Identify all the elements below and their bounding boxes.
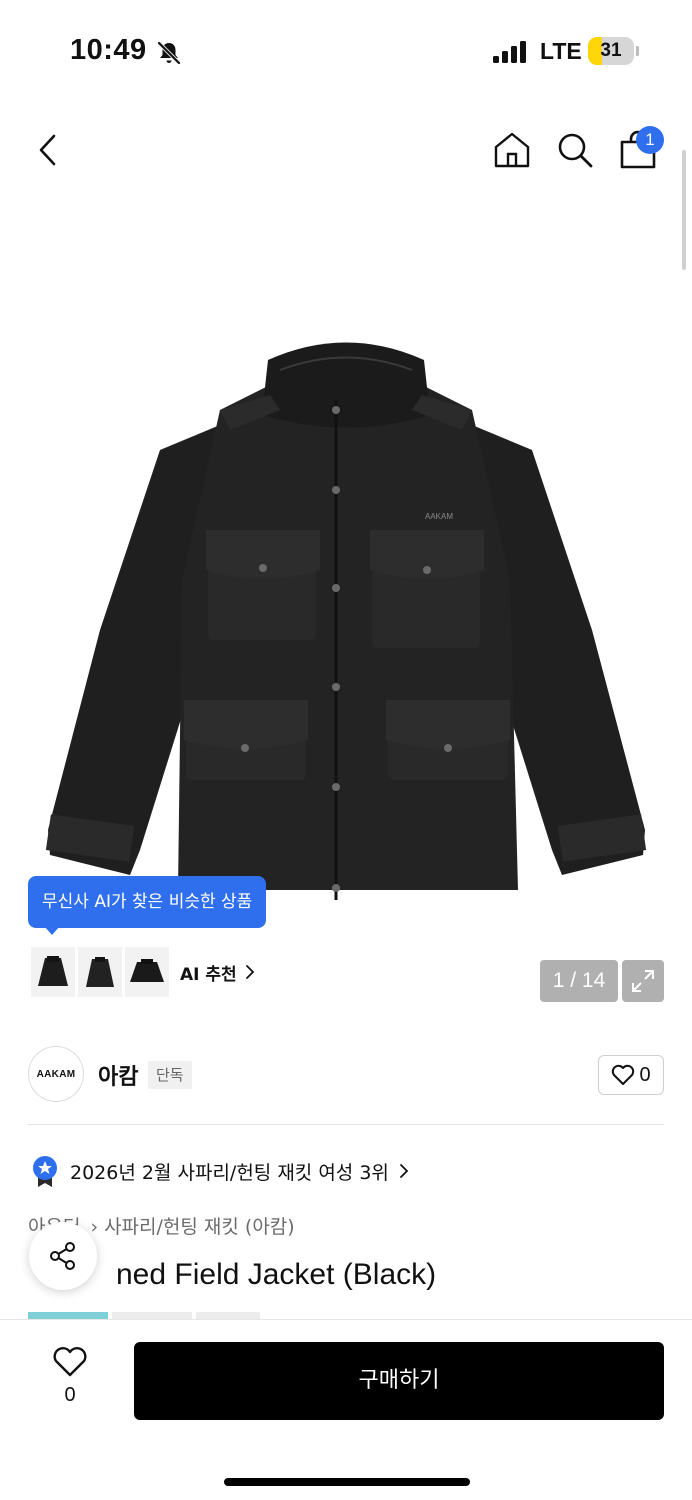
ai-thumbnail[interactable] — [125, 947, 169, 997]
share-button[interactable] — [29, 1222, 97, 1290]
chevron-right-icon — [399, 1164, 409, 1178]
top-nav — [0, 120, 692, 180]
wishlist-button[interactable]: 0 — [46, 1346, 94, 1416]
brand-name[interactable]: 아캄 — [98, 1059, 138, 1091]
brand-row: AAKAM 아캄 단독 0 — [28, 1046, 664, 1104]
buy-button[interactable]: 구매하기 — [134, 1342, 664, 1420]
divider — [28, 1124, 664, 1125]
tooltip-arrow — [44, 926, 60, 935]
product-photo[interactable]: AAKAM — [40, 330, 652, 920]
ranking-badge-icon — [33, 1156, 57, 1187]
status-bar: 10:49 LTE 31 — [0, 0, 692, 100]
ai-recommend-label[interactable]: AI 추천 — [180, 960, 237, 985]
share-icon — [50, 1242, 75, 1270]
jacket-thumbnail-image — [130, 959, 164, 982]
breadcrumb-separator: › — [90, 1216, 99, 1238]
cart-count-badge: 1 — [636, 126, 664, 154]
home-icon — [494, 132, 530, 168]
brand-like-button[interactable]: 0 — [598, 1055, 664, 1095]
heart-icon — [612, 1064, 635, 1085]
battery-icon: 31 — [588, 37, 634, 65]
ai-thumbnail[interactable] — [78, 947, 122, 997]
wishlist-count: 0 — [64, 1384, 76, 1406]
home-indicator — [224, 1478, 470, 1486]
ai-recommend-strip[interactable]: AI 추천 — [28, 943, 266, 1001]
network-type: LTE — [540, 38, 582, 64]
status-time: 10:49 — [70, 34, 147, 66]
ranking-text[interactable]: 2026년 2월 사파리/헌팅 재킷 여성 3위 — [70, 1158, 389, 1185]
ranking-link[interactable]: 2026년 2월 사파리/헌팅 재킷 여성 3위 — [30, 1154, 409, 1188]
brand-like-count: 0 — [639, 1063, 651, 1086]
exclusive-badge: 단독 — [148, 1061, 192, 1089]
battery-cap — [636, 46, 639, 56]
product-title-text: ned Field Jacket (Black) — [116, 1258, 437, 1291]
back-button[interactable] — [24, 126, 72, 174]
jacket-logo: AAKAM — [425, 512, 453, 521]
breadcrumb-item[interactable]: 사파리/헌팅 재킷 (아캄) — [104, 1216, 295, 1238]
search-icon — [558, 133, 593, 168]
back-arrow-icon — [39, 134, 56, 166]
home-button[interactable] — [488, 126, 536, 174]
bottom-action-bar: 0 구매하기 — [0, 1319, 692, 1500]
image-counter: 1 / 14 — [540, 960, 618, 1002]
ai-thumbnail[interactable] — [31, 947, 75, 997]
brand-logo[interactable]: AAKAM — [28, 1046, 84, 1102]
jacket-thumbnail-image — [38, 956, 68, 986]
heart-icon — [53, 1347, 87, 1377]
battery-level: 31 — [600, 40, 622, 61]
search-button[interactable] — [551, 126, 599, 174]
expand-icon — [632, 970, 654, 992]
jacket-thumbnail-image — [86, 957, 114, 987]
expand-button[interactable] — [622, 960, 664, 1002]
signal-icon — [493, 41, 526, 63]
ai-similar-tooltip[interactable]: 무신사 AI가 찾은 비슷한 상품 — [28, 876, 267, 928]
bell-slash-icon — [157, 41, 181, 65]
chevron-right-icon — [245, 965, 254, 979]
